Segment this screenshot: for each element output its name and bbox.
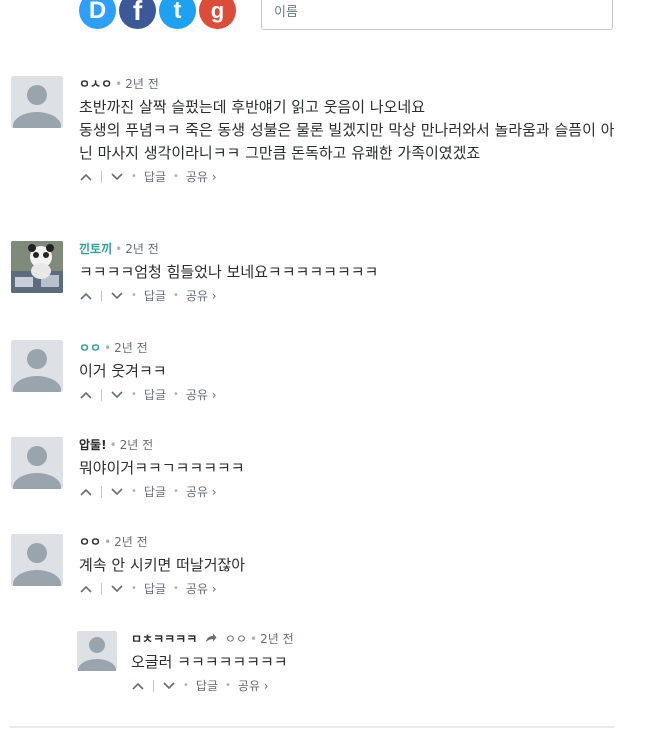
action-dot: • bbox=[183, 680, 189, 691]
action-dot: • bbox=[131, 290, 137, 301]
reply-to-name[interactable]: ㅇㅇ bbox=[225, 632, 247, 646]
upvote-icon[interactable] bbox=[131, 679, 145, 693]
comment-meta: ㅇㅇ • 2년 전 bbox=[79, 340, 619, 356]
comment-time[interactable]: 2년 전 bbox=[114, 341, 148, 355]
reply-link[interactable]: 답글 bbox=[144, 579, 166, 599]
vote-divider bbox=[101, 486, 102, 498]
comment-meta: 낀토끼 • 2년 전 bbox=[79, 241, 619, 257]
section-divider bbox=[10, 726, 614, 728]
vote-divider bbox=[101, 583, 102, 595]
comment-author[interactable]: 낀토끼 bbox=[79, 242, 112, 256]
comment-actions: • 답글 • 공유 › bbox=[79, 579, 619, 599]
action-dot: • bbox=[225, 680, 231, 691]
avatar[interactable] bbox=[11, 340, 63, 392]
facebook-glyph: f bbox=[132, 0, 143, 26]
upvote-icon[interactable] bbox=[79, 582, 93, 596]
reply-arrow-icon bbox=[205, 631, 217, 647]
reply-link[interactable]: 답글 bbox=[144, 385, 166, 405]
downvote-icon[interactable] bbox=[110, 582, 124, 596]
facebook-icon[interactable]: f bbox=[119, 0, 156, 29]
action-dot: • bbox=[173, 171, 179, 182]
upvote-icon[interactable] bbox=[79, 388, 93, 402]
downvote-icon[interactable] bbox=[110, 289, 124, 303]
downvote-icon[interactable] bbox=[110, 388, 124, 402]
comment-text: 초반까진 살짝 슬펐는데 후반얘기 읽고 웃음이 나오네요 동생의 푸념ㅋㅋ 죽… bbox=[79, 98, 615, 162]
comment-time[interactable]: 2년 전 bbox=[125, 77, 159, 91]
avatar[interactable] bbox=[77, 631, 117, 671]
comment-time[interactable]: 2년 전 bbox=[120, 438, 154, 452]
twitter-glyph: t bbox=[173, 0, 182, 24]
share-link[interactable]: 공유 › bbox=[186, 385, 217, 405]
downvote-icon[interactable] bbox=[162, 679, 176, 693]
name-input[interactable] bbox=[261, 0, 613, 30]
action-dot: • bbox=[131, 486, 137, 497]
comment-meta: ㅁㅊㅋㅋㅋㅋ ㅇㅇ • 2년 전 bbox=[131, 631, 611, 647]
reply-link[interactable]: 답글 bbox=[144, 482, 166, 502]
upvote-icon[interactable] bbox=[79, 485, 93, 499]
avatar[interactable] bbox=[11, 241, 63, 293]
action-dot: • bbox=[131, 583, 137, 594]
downvote-icon[interactable] bbox=[110, 170, 124, 184]
comment-text: 이거 웃겨ㅋㅋ bbox=[79, 362, 167, 380]
comment-text: 뭐야이거ㅋㅋㄱㅋㅋㅋㅋㅋ bbox=[79, 459, 245, 477]
vote-divider bbox=[101, 290, 102, 302]
google-glyph: g bbox=[210, 0, 225, 23]
comment-text: 오글러 ㅋㅋㅋㅋㅋㅋㅋㅋ bbox=[131, 653, 288, 671]
comment-time[interactable]: 2년 전 bbox=[114, 535, 148, 549]
comment-author[interactable]: 압둘! bbox=[79, 438, 107, 452]
share-link[interactable]: 공유 › bbox=[238, 676, 269, 696]
action-dot: • bbox=[131, 171, 137, 182]
comment-author[interactable]: ㅇㅇ bbox=[79, 535, 101, 549]
meta-dot: • bbox=[104, 341, 112, 355]
vote-divider bbox=[153, 680, 154, 692]
vote-divider bbox=[101, 171, 102, 183]
comment-meta: ㅇㅅㅇ • 2년 전 bbox=[79, 76, 619, 92]
action-dot: • bbox=[173, 290, 179, 301]
disqus-glyph: D bbox=[88, 0, 107, 24]
avatar[interactable] bbox=[11, 437, 63, 489]
share-link[interactable]: 공유 › bbox=[186, 579, 217, 599]
avatar[interactable] bbox=[11, 76, 63, 128]
comment-text: 계속 안 시키면 떠날거잖아 bbox=[79, 556, 246, 574]
comment-actions: • 답글 • 공유 › bbox=[79, 385, 619, 405]
reply-link[interactable]: 답글 bbox=[196, 676, 218, 696]
meta-dot: • bbox=[104, 535, 112, 549]
comment-meta: 압둘! • 2년 전 bbox=[79, 437, 619, 453]
meta-dot: • bbox=[115, 77, 123, 91]
comment-actions: • 답글 • 공유 › bbox=[79, 167, 619, 187]
meta-dot: • bbox=[250, 632, 258, 646]
comment-author[interactable]: ㅇㅇ bbox=[79, 341, 101, 355]
comment-actions: • 답글 • 공유 › bbox=[131, 676, 611, 696]
comment-author[interactable]: ㅇㅅㅇ bbox=[79, 77, 112, 91]
meta-dot: • bbox=[109, 438, 117, 452]
meta-dot: • bbox=[115, 242, 123, 256]
action-dot: • bbox=[131, 389, 137, 400]
upvote-icon[interactable] bbox=[79, 289, 93, 303]
share-link[interactable]: 공유 › bbox=[186, 286, 217, 306]
action-dot: • bbox=[173, 583, 179, 594]
comment-time[interactable]: 2년 전 bbox=[125, 242, 159, 256]
reply-link[interactable]: 답글 bbox=[144, 167, 166, 187]
comment-text: ㅋㅋㅋㅋ엄청 힘들었나 보네요ㅋㅋㅋㅋㅋㅋㅋㅋ bbox=[79, 263, 379, 281]
upvote-icon[interactable] bbox=[79, 170, 93, 184]
share-link[interactable]: 공유 › bbox=[186, 167, 217, 187]
vote-divider bbox=[101, 389, 102, 401]
comment-time[interactable]: 2년 전 bbox=[260, 632, 294, 646]
comment-actions: • 답글 • 공유 › bbox=[79, 482, 619, 502]
disqus-icon[interactable]: D bbox=[79, 0, 116, 29]
downvote-icon[interactable] bbox=[110, 485, 124, 499]
google-icon[interactable]: g bbox=[199, 0, 236, 29]
share-bar: D f t g bbox=[0, 0, 654, 40]
action-dot: • bbox=[173, 389, 179, 400]
twitter-icon[interactable]: t bbox=[159, 0, 196, 29]
reply-link[interactable]: 답글 bbox=[144, 286, 166, 306]
action-dot: • bbox=[173, 486, 179, 497]
share-link[interactable]: 공유 › bbox=[186, 482, 217, 502]
comment-author[interactable]: ㅁㅊㅋㅋㅋㅋ bbox=[131, 632, 197, 646]
comment-actions: • 답글 • 공유 › bbox=[79, 286, 619, 306]
avatar[interactable] bbox=[11, 534, 63, 586]
comment-meta: ㅇㅇ • 2년 전 bbox=[79, 534, 619, 550]
